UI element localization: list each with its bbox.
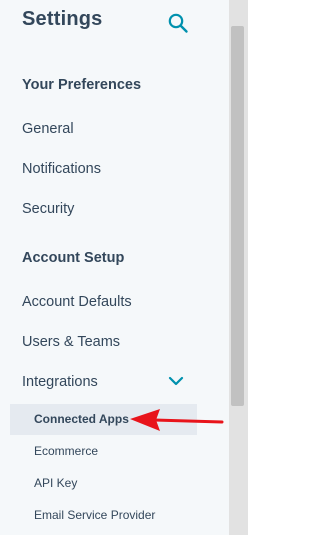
nav-item-account-defaults[interactable]: Account Defaults bbox=[22, 294, 132, 310]
search-icon[interactable] bbox=[167, 12, 189, 34]
annotation-arrow bbox=[130, 409, 224, 431]
scrollbar-thumb[interactable] bbox=[231, 26, 244, 406]
nav-item-integrations[interactable]: Integrations bbox=[22, 374, 98, 390]
chevron-down-icon[interactable] bbox=[168, 375, 184, 387]
nav-item-users-teams[interactable]: Users & Teams bbox=[22, 334, 120, 350]
sub-item-api-key[interactable]: API Key bbox=[34, 476, 77, 490]
nav-item-general[interactable]: General bbox=[22, 121, 74, 137]
section-heading-your-preferences: Your Preferences bbox=[22, 77, 142, 93]
nav-item-security[interactable]: Security bbox=[22, 201, 74, 217]
page-title: Settings bbox=[22, 8, 103, 30]
nav-item-notifications[interactable]: Notifications bbox=[22, 161, 101, 177]
sub-item-connected-apps[interactable]: Connected Apps bbox=[34, 412, 129, 426]
sub-item-ecommerce[interactable]: Ecommerce bbox=[34, 444, 98, 458]
right-gutter bbox=[248, 0, 261, 535]
sub-item-email-service-provider[interactable]: Email Service Provider bbox=[34, 508, 155, 522]
section-heading-account-setup: Account Setup bbox=[22, 250, 125, 266]
